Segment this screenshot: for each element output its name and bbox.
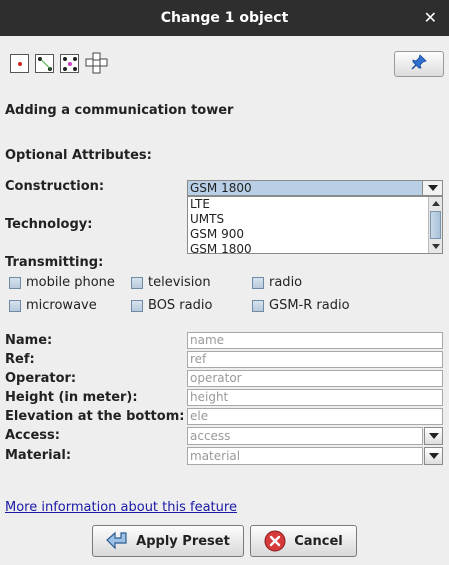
- checkbox-gsm-r-radio[interactable]: GSM-R radio: [252, 298, 350, 313]
- ref-input[interactable]: ref: [187, 351, 443, 368]
- way-icon: [35, 54, 54, 73]
- access-label: Access:: [5, 428, 60, 443]
- list-scrollbar[interactable]: [428, 197, 442, 253]
- list-item[interactable]: GSM 1800: [188, 242, 442, 253]
- preset-heading: Adding a communication tower: [5, 103, 234, 118]
- more-info-link[interactable]: More information about this feature: [5, 500, 237, 515]
- relation-icon: [85, 52, 109, 76]
- checkbox-microwave[interactable]: microwave: [9, 298, 97, 313]
- elevation-label: Elevation at the bottom:: [5, 409, 185, 424]
- node-icon: [10, 54, 29, 73]
- technology-label: Technology:: [5, 217, 93, 232]
- name-label: Name:: [5, 333, 53, 348]
- list-item[interactable]: UMTS: [188, 212, 442, 227]
- checkbox[interactable]: [131, 299, 143, 312]
- checkbox-mobile-phone[interactable]: mobile phone: [9, 275, 115, 290]
- checkbox-television[interactable]: television: [131, 275, 211, 290]
- chevron-down-icon[interactable]: [424, 427, 443, 445]
- title-bar: Change 1 object ✕: [0, 0, 449, 36]
- checkbox-bos-radio[interactable]: BOS radio: [131, 298, 212, 313]
- close-icon[interactable]: ✕: [424, 8, 437, 27]
- checkbox[interactable]: [131, 276, 143, 289]
- cancel-button[interactable]: Cancel: [250, 525, 357, 557]
- height-label: Height (in meter):: [5, 390, 138, 405]
- list-item[interactable]: GSM 900: [188, 227, 442, 242]
- name-input[interactable]: name: [187, 332, 443, 349]
- elevation-input[interactable]: ele: [187, 408, 443, 425]
- height-input[interactable]: height: [187, 389, 443, 406]
- transmitting-label: Transmitting:: [5, 255, 104, 270]
- apply-preset-label: Apply Preset: [136, 533, 230, 549]
- chevron-down-icon[interactable]: [424, 447, 443, 465]
- technology-list[interactable]: LTE UMTS GSM 900 GSM 1800: [187, 196, 443, 254]
- apply-arrow-icon: [106, 531, 128, 551]
- chevron-down-icon[interactable]: [422, 181, 442, 195]
- closed-way-icon: [60, 54, 79, 73]
- list-item[interactable]: LTE: [188, 197, 442, 212]
- construction-value: GSM 1800: [188, 181, 422, 195]
- checkbox-radio[interactable]: radio: [252, 275, 302, 290]
- material-label: Material:: [5, 448, 72, 463]
- cancel-icon: [264, 530, 286, 552]
- construction-combo[interactable]: GSM 1800: [187, 180, 443, 196]
- checkbox[interactable]: [9, 276, 21, 289]
- checkbox[interactable]: [9, 299, 21, 312]
- optional-attributes-label: Optional Attributes:: [5, 148, 152, 163]
- checkbox[interactable]: [252, 299, 264, 312]
- access-combo[interactable]: access: [187, 427, 423, 445]
- apply-preset-button[interactable]: Apply Preset: [92, 525, 244, 557]
- cancel-label: Cancel: [294, 533, 343, 549]
- window-title: Change 1 object: [160, 10, 289, 26]
- operator-label: Operator:: [5, 371, 77, 386]
- material-combo[interactable]: material: [187, 447, 423, 465]
- ref-label: Ref:: [5, 352, 35, 367]
- pin-icon: [411, 54, 427, 74]
- pin-button[interactable]: [394, 51, 444, 77]
- construction-label: Construction:: [5, 179, 105, 194]
- checkbox[interactable]: [252, 276, 264, 289]
- operator-input[interactable]: operator: [187, 370, 443, 387]
